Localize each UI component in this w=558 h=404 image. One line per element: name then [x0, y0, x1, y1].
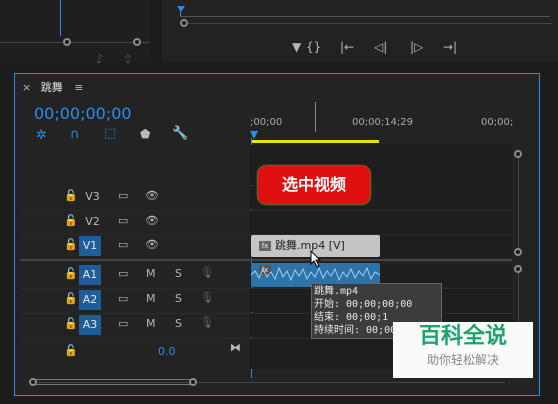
snap-magnet-icon[interactable]: ∩	[70, 127, 80, 142]
program-ruler[interactable]	[180, 6, 550, 17]
source-zoom-right-handle[interactable]	[133, 38, 141, 46]
lock-icon[interactable]: 🔓	[64, 189, 78, 202]
compare-icon[interactable]: ♪	[96, 52, 104, 66]
work-area-bar[interactable]	[251, 140, 379, 143]
lock-icon[interactable]: 🔓	[64, 267, 78, 280]
track-v2[interactable]	[250, 211, 512, 234]
track-header-a1: 🔓 A1 ▭ M S 🎙	[20, 264, 250, 287]
track-target-v2[interactable]: V2	[82, 212, 103, 232]
ruler-start-label: ;00;00	[250, 117, 283, 128]
divider	[20, 210, 512, 211]
mute-button[interactable]: M	[146, 267, 156, 280]
linked-selection-icon[interactable]: ⬚	[104, 126, 116, 141]
lock-icon[interactable]: 🔓	[64, 238, 78, 251]
solo-button[interactable]: S	[175, 317, 182, 330]
video-scroll-top-handle[interactable]	[514, 150, 522, 158]
fx-badge: fx	[259, 241, 271, 251]
sync-lock-icon[interactable]: ▭	[118, 292, 128, 305]
sync-lock-icon[interactable]: ▭	[118, 189, 128, 202]
lock-icon[interactable]: 🔓	[64, 317, 78, 330]
sync-lock-icon[interactable]: ▭	[118, 317, 128, 330]
audio-scroll-top-handle[interactable]	[514, 265, 522, 273]
tooltip-start: 开始: 00;00;00;00	[314, 299, 413, 310]
sync-lock-icon[interactable]: ▭	[118, 267, 128, 280]
microphone-icon[interactable]: 🎙	[200, 266, 214, 279]
add-marker-icon[interactable]: ⬟	[140, 127, 150, 141]
source-zoom-left-handle[interactable]	[63, 38, 71, 46]
track-header-v1: 🔓 V1 ▭ 👁	[20, 235, 250, 258]
program-zoom-track[interactable]	[182, 23, 552, 24]
track-target-a2[interactable]: A2	[79, 290, 101, 310]
horizontal-zoom-range[interactable]	[34, 379, 194, 385]
eye-icon[interactable]: 👁	[145, 238, 159, 251]
mute-button[interactable]: M	[146, 292, 156, 305]
link-icon[interactable]: {}	[306, 40, 321, 54]
panel-menu-icon[interactable]: ≡	[74, 81, 83, 94]
track-header-a2: 🔓 A2 ▭ M S 🎙	[20, 289, 250, 312]
scroll-track-top[interactable]	[518, 155, 519, 255]
lock-icon[interactable]: 🔓	[64, 344, 78, 357]
solo-button[interactable]: S	[175, 292, 182, 305]
lock-icon[interactable]: 🔓	[64, 292, 78, 305]
tooltip-name: 跳舞.mp4	[314, 286, 359, 297]
add-marker-button[interactable]: ▼	[292, 40, 301, 54]
go-to-in-button[interactable]: |←	[340, 40, 354, 54]
ruler-mid-label: 00;00;14;29	[352, 117, 414, 128]
nest-toggle-icon[interactable]: ✲	[36, 128, 47, 143]
ruler-tick	[315, 102, 316, 132]
zoom-left-handle[interactable]	[29, 378, 37, 386]
master-volume[interactable]: 0.0	[158, 345, 176, 358]
track-header-v3: 🔓 V3 ▭ 👁	[20, 186, 250, 209]
program-playhead[interactable]	[177, 6, 185, 12]
track-target-v1[interactable]: V1	[79, 236, 101, 256]
microphone-icon[interactable]: 🎙	[200, 316, 214, 329]
track-target-a3[interactable]: A3	[79, 315, 101, 335]
export-icon[interactable]: ⇪	[123, 52, 133, 66]
zoom-right-handle[interactable]	[189, 378, 197, 386]
program-playhead-line	[180, 6, 181, 16]
solo-button[interactable]: S	[175, 267, 182, 280]
wrench-icon[interactable]: 🔧	[172, 126, 188, 141]
source-playhead-line	[60, 0, 61, 36]
sync-lock-icon[interactable]: ▭	[118, 214, 128, 227]
watermark-logo: 百科全说 助你轻松解决	[393, 322, 533, 378]
track-header-a3: 🔓 A3 ▭ M S 🎙	[20, 314, 250, 337]
program-zoom-left-handle[interactable]	[180, 19, 188, 27]
video-scroll-bottom-handle[interactable]	[514, 248, 522, 256]
step-back-button[interactable]: ◁|	[374, 40, 387, 54]
source-zoom-track[interactable]	[0, 42, 150, 43]
ruler-end-label: 00;00;	[481, 117, 514, 128]
track-target-v3[interactable]: V3	[82, 187, 103, 207]
timeline-tab[interactable]: × 跳舞 ≡	[22, 80, 83, 96]
playhead-timecode[interactable]: 00;00;00;00	[34, 104, 132, 123]
select-video-callout: 选中视频	[258, 166, 370, 204]
track-header-v2: 🔓 V2 ▭ 👁	[20, 211, 250, 234]
sync-lock-icon[interactable]: ▭	[118, 238, 128, 251]
mute-button[interactable]: M	[146, 317, 156, 330]
microphone-icon[interactable]: 🎙	[200, 291, 214, 304]
go-to-end-icon[interactable]: ⧓	[230, 341, 241, 354]
track-header-master: 🔓 0.0 ⧓	[20, 341, 250, 364]
eye-icon[interactable]: 👁	[145, 189, 159, 202]
video-audio-divider[interactable]	[20, 259, 512, 261]
mouse-cursor-icon	[310, 250, 322, 268]
watermark-subtitle: 助你轻松解决	[426, 353, 499, 367]
close-icon[interactable]: ×	[22, 81, 31, 94]
eye-icon[interactable]: 👁	[145, 214, 159, 227]
sequence-name: 跳舞	[40, 81, 63, 94]
go-to-out-button[interactable]: →|	[443, 40, 457, 54]
track-target-a1[interactable]: A1	[79, 265, 101, 285]
watermark-title: 百科全说	[418, 324, 507, 349]
lock-icon[interactable]: 🔓	[64, 214, 78, 227]
step-forward-button[interactable]: |▷	[410, 40, 423, 54]
